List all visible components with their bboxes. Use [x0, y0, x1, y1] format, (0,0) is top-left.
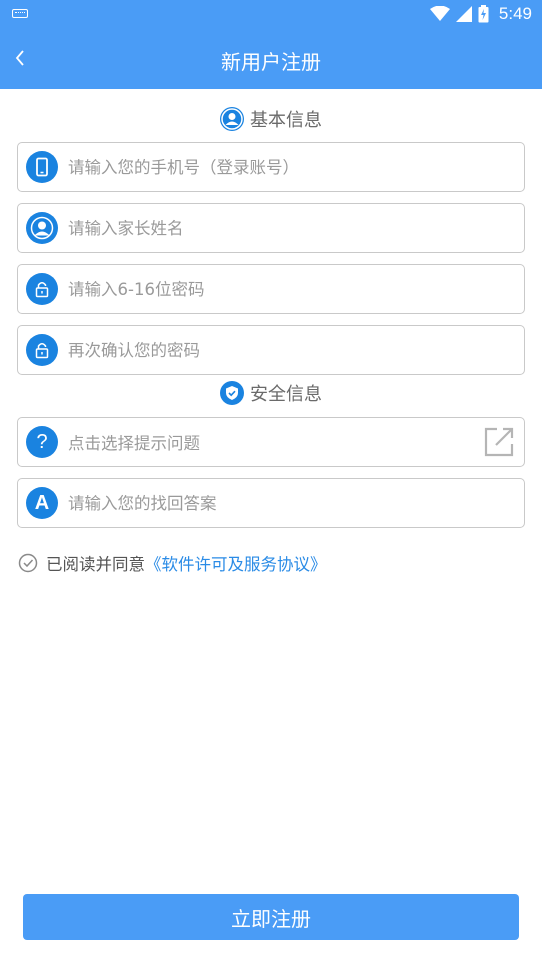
user-icon [220, 107, 244, 131]
lock-icon [26, 334, 58, 366]
person-icon [26, 212, 58, 244]
agreement-row: 已阅读并同意 《软件许可及服务协议》 [18, 550, 327, 576]
question-select-text: 点击选择提示问题 [68, 434, 200, 453]
check-circle-icon[interactable] [18, 553, 38, 573]
question-select[interactable]: ? 点击选择提示问题 [17, 417, 525, 467]
answer-field[interactable]: A [17, 478, 525, 528]
phone-field[interactable] [17, 142, 525, 192]
answer-input[interactable] [68, 483, 524, 523]
confirm-password-input[interactable] [68, 330, 524, 370]
phone-icon [26, 151, 58, 183]
question-icon: ? [26, 426, 58, 458]
status-time: 5:49 [498, 4, 532, 23]
password-input[interactable] [68, 269, 524, 309]
battery-icon [478, 5, 489, 23]
external-link-icon[interactable] [482, 425, 516, 459]
status-icons: 5:49 [429, 3, 532, 25]
section-basic-label: 基本信息 [250, 110, 322, 131]
agreement-text: 已阅读并同意 [46, 555, 145, 574]
parent-name-input[interactable] [68, 208, 524, 248]
confirm-password-field[interactable] [17, 325, 525, 375]
section-security-label: 安全信息 [250, 384, 322, 405]
agreement-link[interactable]: 《软件许可及服务协议》 [145, 551, 327, 575]
signal-icon [455, 6, 472, 22]
app-bar: 新用户注册 [0, 28, 542, 89]
wifi-icon [429, 6, 450, 21]
section-security-info: 安全信息 [0, 378, 542, 408]
answer-icon: A [26, 487, 58, 519]
password-field[interactable] [17, 264, 525, 314]
section-basic-info: 基本信息 [0, 104, 542, 134]
status-bar: 5:49 [0, 0, 542, 28]
register-button[interactable]: 立即注册 [23, 894, 519, 940]
shield-icon [220, 381, 244, 405]
keyboard-icon [12, 9, 28, 18]
page-title: 新用户注册 [221, 50, 321, 74]
phone-input[interactable] [68, 147, 524, 187]
lock-icon [26, 273, 58, 305]
parent-name-field[interactable] [17, 203, 525, 253]
